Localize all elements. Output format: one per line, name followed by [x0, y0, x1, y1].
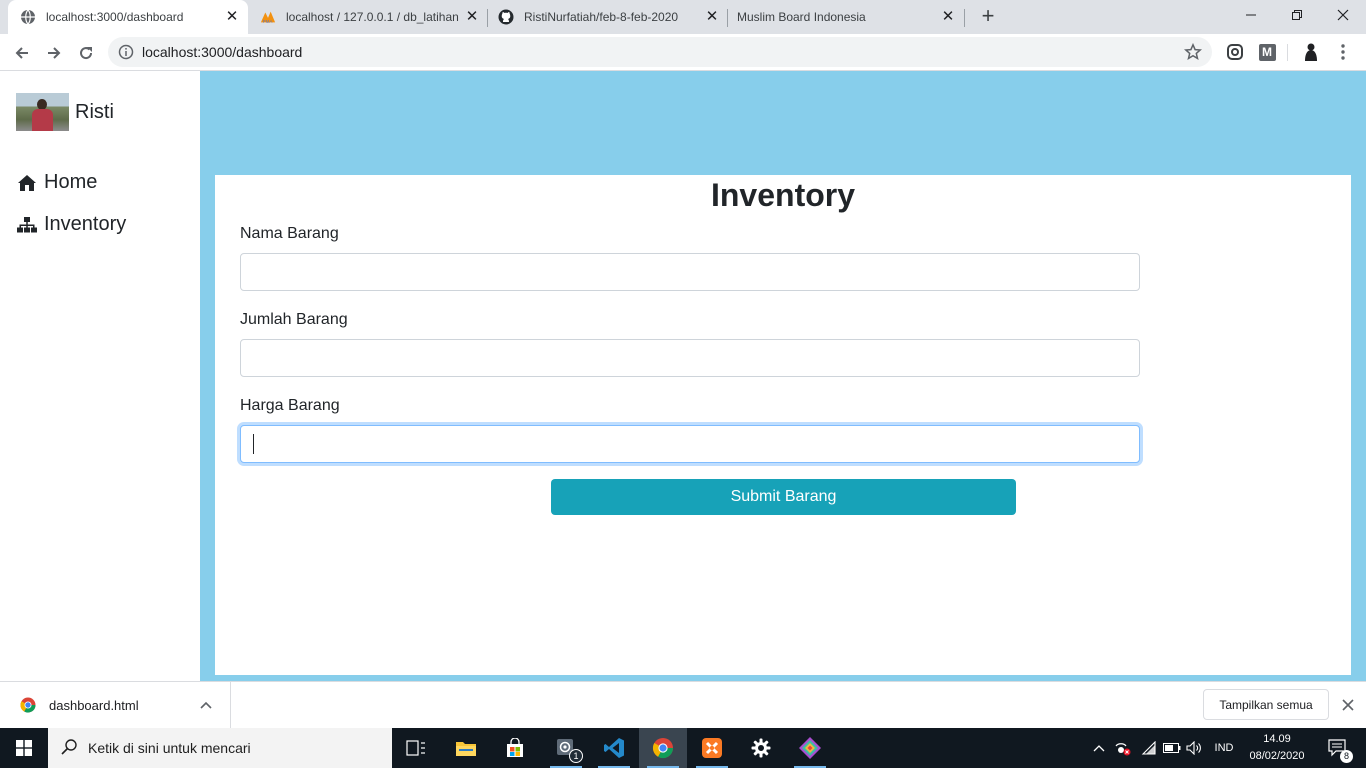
sidebar-profile: Risti — [16, 93, 114, 131]
tab-title: RistiNurfatiah/feb-8-feb-2020 — [524, 10, 679, 24]
windows-taskbar: Ketik di sini untuk mencari 1 IND 14.09 … — [0, 728, 1366, 768]
profile-name: Risti — [75, 100, 114, 123]
tab-close-icon[interactable]: ✕ — [704, 9, 720, 25]
battery-icon[interactable] — [1161, 728, 1183, 768]
browser-toolbar: localhost:3000/dashboard M — [0, 34, 1366, 71]
xampp-icon[interactable] — [688, 728, 736, 768]
new-tab-button[interactable]: + — [976, 5, 1000, 29]
clock-time: 14.09 — [1263, 733, 1291, 745]
tab-dashboard[interactable]: localhost:3000/dashboard ✕ — [8, 0, 248, 34]
microsoft-store-icon[interactable] — [491, 728, 539, 768]
network-error-icon[interactable] — [1112, 728, 1134, 768]
text-caret — [253, 434, 254, 454]
tab-title: localhost / 127.0.0.1 / db_latihan — [286, 10, 459, 24]
app-badge: 1 — [569, 749, 583, 763]
phpmyadmin-icon: PMA — [260, 9, 276, 25]
bookmark-star-icon[interactable] — [1183, 42, 1203, 61]
sidebar-item-label: Inventory — [44, 213, 127, 235]
vscode-icon[interactable] — [590, 728, 638, 768]
settings-gear-icon[interactable] — [737, 728, 785, 768]
chevron-up-icon[interactable] — [198, 697, 214, 713]
avatar — [16, 93, 69, 131]
info-icon[interactable] — [118, 44, 134, 60]
browser-tab-strip: localhost:3000/dashboard ✕ PMA localhost… — [0, 0, 1366, 34]
tab-github[interactable]: RistiNurfatiah/feb-8-feb-2020 ✕ — [488, 0, 728, 34]
tab-close-icon[interactable]: ✕ — [940, 9, 956, 25]
volume-icon[interactable] — [1184, 728, 1206, 768]
chevron-up-tray-icon[interactable] — [1090, 728, 1108, 768]
file-explorer-icon[interactable] — [442, 728, 490, 768]
system-clock[interactable]: 14.09 08/02/2020 — [1246, 731, 1308, 765]
forward-button[interactable] — [40, 39, 68, 67]
jumlah-barang-input[interactable] — [240, 339, 1140, 377]
github-icon — [498, 9, 514, 25]
profile-avatar-icon[interactable] — [1301, 42, 1321, 62]
menu-kebab-icon[interactable] — [1333, 42, 1353, 62]
sidebar: Risti Home Inventory — [0, 71, 200, 678]
home-icon — [16, 173, 38, 193]
chrome-icon[interactable] — [639, 728, 687, 768]
download-bar: dashboard.html Tampilkan semua — [0, 681, 1366, 728]
toolbar-separator — [1287, 44, 1288, 61]
arrow-right-icon — [48, 47, 61, 59]
tab-muslim-board[interactable]: Muslim Board Indonesia ✕ — [728, 0, 964, 34]
download-item[interactable]: dashboard.html — [0, 682, 231, 728]
tab-title: Muslim Board Indonesia — [737, 10, 866, 24]
jumlah-barang-label: Jumlah Barang — [240, 311, 348, 328]
git-tool-icon[interactable] — [786, 728, 834, 768]
harga-barang-input[interactable] — [240, 425, 1140, 463]
back-button[interactable] — [8, 39, 36, 67]
close-window-button[interactable] — [1320, 0, 1366, 30]
tab-separator — [964, 9, 965, 27]
globe-icon — [20, 9, 36, 25]
address-bar[interactable]: localhost:3000/dashboard — [108, 37, 1212, 67]
reload-icon — [80, 47, 93, 60]
sidebar-item-home[interactable]: Home — [16, 171, 97, 194]
extension-icon[interactable] — [1225, 42, 1245, 62]
action-center-icon[interactable]: 8 — [1318, 728, 1358, 768]
url-text: localhost:3000/dashboard — [142, 44, 303, 60]
notification-badge: 8 — [1340, 750, 1353, 763]
search-icon — [60, 738, 80, 758]
close-download-bar-icon[interactable] — [1338, 695, 1358, 715]
svg-text:PMA: PMA — [263, 19, 273, 24]
clock-date: 08/02/2020 — [1249, 750, 1305, 762]
tab-title: localhost:3000/dashboard — [46, 10, 184, 24]
app-with-badge-icon[interactable]: 1 — [542, 728, 590, 768]
wifi-icon[interactable] — [1138, 728, 1160, 768]
search-placeholder: Ketik di sini untuk mencari — [88, 740, 251, 756]
sidebar-item-label: Home — [44, 171, 98, 193]
sitemap-icon — [16, 215, 38, 235]
m-extension-icon[interactable]: M — [1257, 42, 1277, 62]
sidebar-item-inventory[interactable]: Inventory — [16, 213, 126, 236]
chrome-file-icon — [20, 697, 36, 713]
tab-phpmyadmin[interactable]: PMA localhost / 127.0.0.1 / db_latihan ✕ — [248, 0, 488, 34]
show-all-downloads-button[interactable]: Tampilkan semua — [1203, 689, 1329, 720]
harga-barang-label: Harga Barang — [240, 397, 340, 414]
tab-close-icon[interactable]: ✕ — [464, 9, 480, 25]
task-view-icon[interactable] — [392, 728, 440, 768]
minimize-button[interactable] — [1228, 0, 1274, 30]
tab-close-icon[interactable]: ✕ — [224, 9, 240, 25]
inventory-form-card: Inventory Nama Barang Jumlah Barang Harg… — [215, 175, 1351, 675]
reload-button[interactable] — [72, 39, 100, 67]
arrow-left-icon — [15, 47, 28, 59]
submit-barang-button[interactable]: Submit Barang — [551, 479, 1016, 515]
windows-start-icon[interactable] — [0, 728, 48, 768]
taskbar-search-box[interactable]: Ketik di sini untuk mencari — [48, 728, 392, 768]
language-indicator[interactable]: IND — [1210, 728, 1238, 768]
download-filename: dashboard.html — [49, 697, 139, 713]
nama-barang-label: Nama Barang — [240, 225, 339, 242]
page-title: Inventory — [710, 177, 856, 213]
restore-button[interactable] — [1274, 0, 1320, 30]
nama-barang-input[interactable] — [240, 253, 1140, 291]
